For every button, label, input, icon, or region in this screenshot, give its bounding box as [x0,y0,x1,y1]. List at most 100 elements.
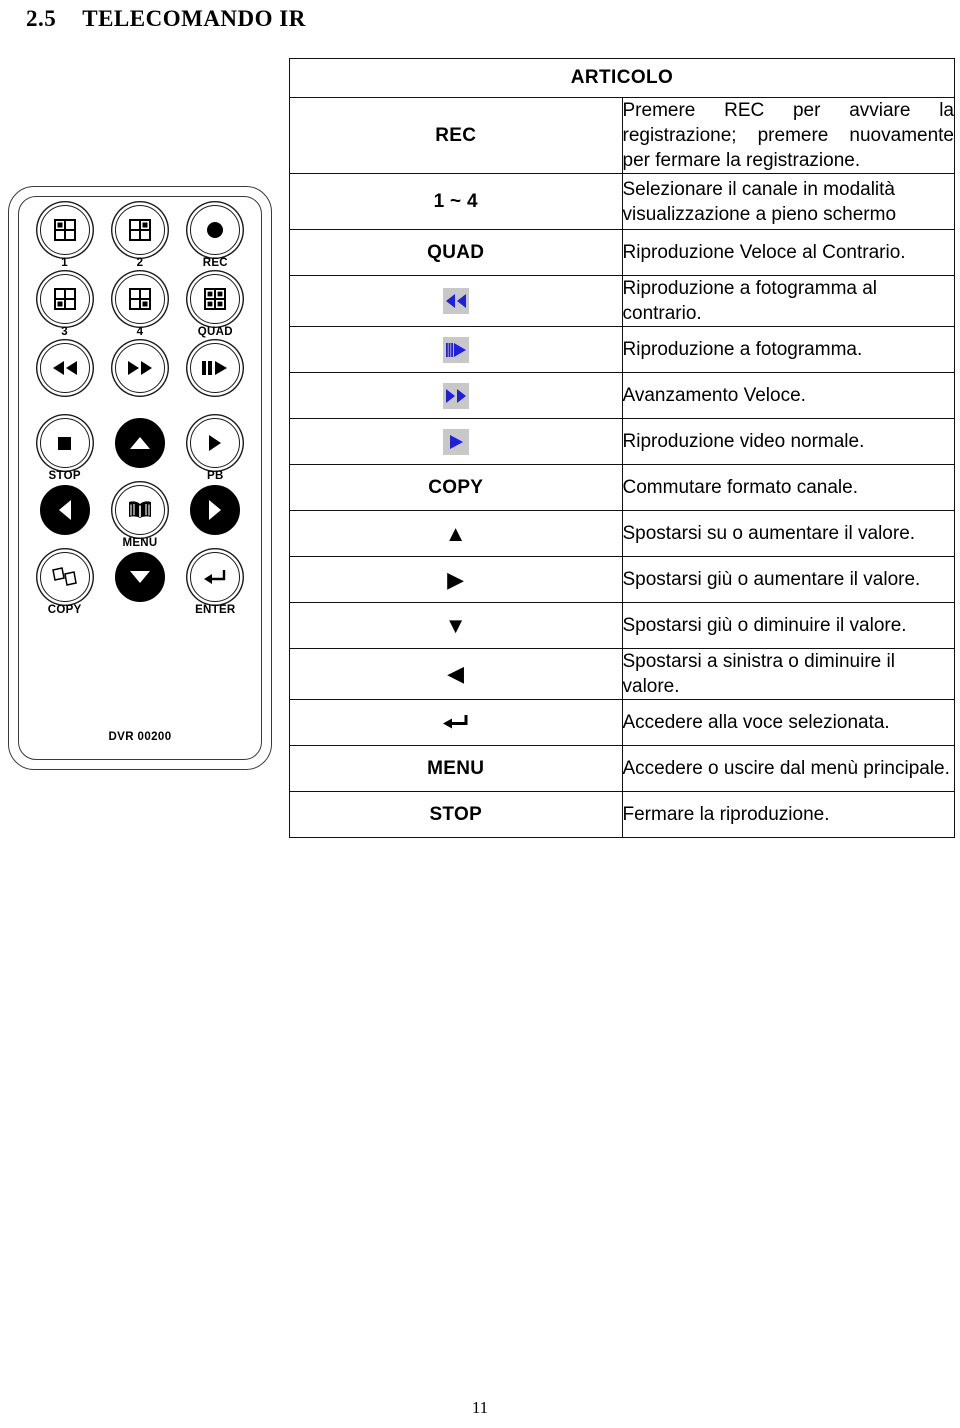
row-key-stop: STOP [289,791,623,838]
pause-play-key[interactable] [190,343,241,393]
remote-button-channel-3[interactable]: 3 [28,274,102,339]
stop-square-icon [58,436,72,450]
row-key-right: ▶ [289,556,623,603]
quad-key[interactable] [190,274,241,324]
book-icon [128,501,151,518]
table-row: Accedere alla voce selezionata. [289,699,955,746]
table-row: STOP Fermare la riproduzione. [289,791,955,838]
table-row: Riproduzione a fotogramma al contrario. [289,275,955,327]
playback-key[interactable] [190,418,241,468]
row-key-rewind [289,275,623,327]
remote-button-channel-1[interactable]: 1 [28,205,102,270]
enter-key[interactable] [190,552,241,602]
row-key-frame-advance [289,326,623,373]
row-desc-menu: Accedere o uscire dal menù principale. [621,745,955,792]
row-key-menu: MENU [289,745,623,792]
remote-button-menu[interactable]: MENU [103,485,177,550]
table-header-row: ARTICOLO [289,58,955,98]
triangle-left-icon [58,500,71,520]
channel-4-key[interactable] [114,274,165,324]
remote-button-right[interactable] [178,485,252,550]
remote-button-rec[interactable]: REC [178,205,252,270]
play-blue-icon [442,428,469,455]
remote-button-rewind[interactable] [28,343,102,408]
table-row: ◀ Spostarsi a sinistra o diminuire il va… [289,648,955,700]
menu-key[interactable] [114,485,165,535]
table-header-articolo: ARTICOLO [289,58,955,98]
remote-button-channel-2[interactable]: 2 [103,205,177,270]
fast-forward-blue-glyph [445,388,466,403]
menu-label: MENU [122,537,158,549]
remote-button-quad[interactable]: QUAD [178,274,252,339]
pause-play-icon [202,361,228,375]
row-desc-quad: Riproduzione Veloce al Contrario. [621,229,955,276]
quad-label: QUAD [197,326,233,338]
copy-key[interactable] [39,552,90,602]
remote-row-5: MENU [27,485,253,550]
rec-key[interactable] [190,205,241,255]
enter-label: ENTER [195,604,236,616]
stop-key[interactable] [39,418,90,468]
remote-button-up[interactable] [103,418,177,483]
table-row: ▼ Spostarsi giù o diminuire il valore. [289,602,955,649]
channel-2-key[interactable] [114,205,165,255]
section-number: 2.5 [26,6,57,31]
remote-button-grid: 1 2 REC 3 4 QUAD STOP PB MENU COPY ENTER [27,205,253,617]
row-key-up: ▲ [289,510,623,557]
copy-pages-icon [51,567,77,586]
play-blue-glyph [449,434,463,449]
channel-3-key[interactable] [39,274,90,324]
ir-remote-illustration: 1 2 REC 3 4 QUAD STOP PB MENU COPY ENTER… [8,186,272,770]
table-row: QUAD Riproduzione Veloce al Contrario. [289,229,955,276]
row-desc-left: Spostarsi a sinistra o diminuire il valo… [621,648,955,700]
channel-1-key[interactable] [39,205,90,255]
table-row: ▲ Spostarsi su o aumentare il valore. [289,510,955,557]
playback-label: PB [207,470,224,482]
remote-button-stop[interactable]: STOP [28,418,102,483]
remote-button-channel-4[interactable]: 4 [103,274,177,339]
table-row: MENU Accedere o uscire dal menù principa… [289,745,955,792]
table-row: COPY Commutare formato canale. [289,464,955,511]
copy-label: COPY [47,604,82,616]
row-desc-rec: Premere REC per avviare la registrazione… [621,97,955,174]
frame-advance-blue-icon [442,336,469,363]
page-title: 2.5 TELECOMANDO IR [26,6,306,32]
fast-forward-key[interactable] [114,343,165,393]
channel-4-label: 4 [136,326,144,338]
right-key[interactable] [190,485,241,535]
remote-button-left[interactable] [28,485,102,550]
table-row: REC Premere REC per avviare la registraz… [289,97,955,174]
remote-button-fast-forward[interactable] [103,343,177,408]
ir-remote-function-table: ARTICOLO REC Premere REC per avviare la … [289,58,955,838]
left-key[interactable] [39,485,90,535]
remote-button-copy[interactable]: COPY [28,552,102,617]
table-row: Avanzamento Veloce. [289,372,955,419]
row-desc-channels: Selezionare il canale in modalità visual… [621,173,955,230]
triangle-right-icon [209,435,222,451]
remote-button-pause-play[interactable] [178,343,252,408]
enter-arrow-icon [204,570,226,584]
record-dot-icon [207,222,224,238]
channel-1-label: 1 [61,257,68,269]
fast-forward-icon [127,361,152,375]
remote-button-down[interactable] [103,552,177,617]
rewind-key[interactable] [39,343,90,393]
remote-button-playback[interactable]: PB [178,418,252,483]
row-key-quad: QUAD [289,229,623,276]
remote-button-enter[interactable]: ENTER [178,552,252,617]
row-key-left: ◀ [289,648,623,700]
up-key[interactable] [114,418,165,468]
remote-model-label: DVR 00200 [108,731,172,743]
page-number: 11 [471,1398,489,1417]
channel-3-label: 3 [61,326,68,338]
remote-row-4: STOP PB [27,418,253,483]
triangle-right-icon [209,500,222,520]
remote-row-6: COPY ENTER [27,552,253,617]
down-key[interactable] [114,552,165,602]
table-row: Riproduzione video normale. [289,418,955,465]
channel-2-label: 2 [136,257,144,269]
fast-forward-blue-icon [442,382,469,409]
row-desc-copy: Commutare formato canale. [621,464,955,511]
row-desc-enter: Accedere alla voce selezionata. [621,699,955,746]
table-row: Riproduzione a fotogramma. [289,326,955,373]
